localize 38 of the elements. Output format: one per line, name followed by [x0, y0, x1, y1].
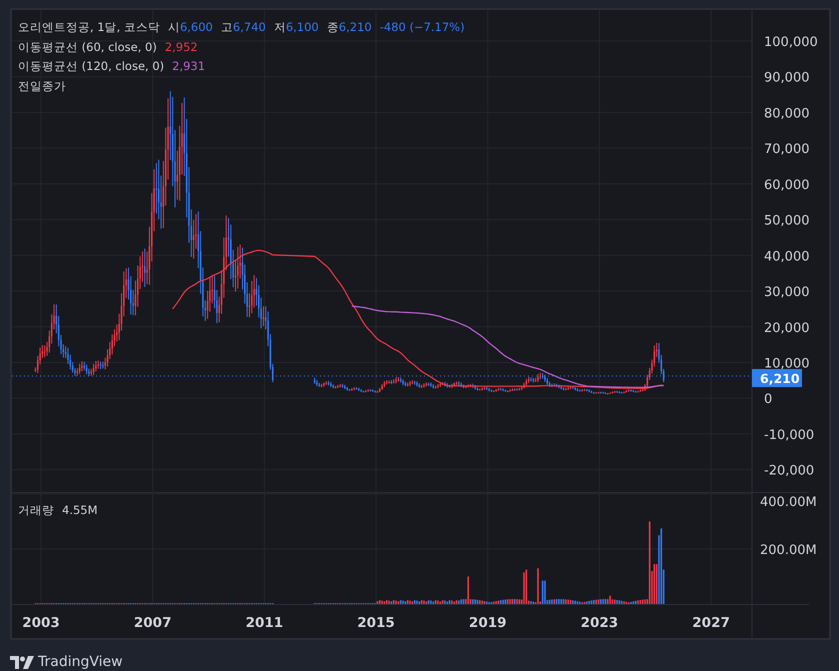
- price-axis-label: 50,000: [764, 214, 810, 229]
- volume-value: 4.55M: [62, 503, 98, 517]
- indicator-name: 전일종가: [18, 78, 67, 94]
- volume-axis-label: 400.00M: [760, 495, 817, 510]
- symbol-title: 오리엔트정공, 1달, 코스닥: [18, 20, 160, 34]
- ohlc-value: 종6,210: [326, 20, 372, 34]
- price-change: -480 (−7.17%): [380, 20, 465, 34]
- ohlc-value: 고6,740: [220, 20, 266, 34]
- price-axis-label: 80,000: [764, 106, 810, 122]
- time-axis-label: 2015: [357, 615, 395, 631]
- time-axis-label: 2003: [22, 615, 60, 631]
- price-axis-label: 60,000: [764, 178, 810, 193]
- brand-name: TradingView: [38, 653, 123, 671]
- price-axis-label: 70,000: [764, 142, 810, 158]
- volume-label: 거래량: [18, 503, 54, 517]
- price-axis-label: 0: [764, 392, 772, 408]
- time-axis-label: 2007: [134, 615, 172, 631]
- price-axis-label: 20,000: [764, 320, 810, 336]
- volume-axis-label: 200.00M: [760, 543, 817, 558]
- ohlc-value: 저 6,100: [274, 20, 319, 34]
- time-axis-label: 2023: [580, 615, 618, 631]
- price-axis-label: -20,000: [764, 464, 814, 479]
- ohlc-value: 시 6,600: [168, 20, 213, 34]
- last-price-label: 6,210: [752, 369, 802, 388]
- indicator-value: 2,931: [172, 59, 206, 73]
- time-axis-label: 2027: [692, 615, 730, 631]
- price-axis-label: 90,000: [764, 70, 810, 86]
- price-axis-label: 100,000: [764, 35, 818, 50]
- time-axis-label: 2011: [246, 615, 284, 631]
- time-axis-label: 2019: [468, 615, 506, 631]
- price-axis-label: -10,000: [764, 428, 814, 443]
- indicator-name: 이동평균선 (60, close, 0): [18, 40, 157, 54]
- logo-icon: [10, 656, 34, 669]
- price-axis-label: 40,000: [764, 249, 810, 264]
- price-axis-label: 10,000: [764, 356, 810, 372]
- indicator-name: 이동평균선 (120, close, 0): [18, 59, 164, 73]
- price-axis-label: 30,000: [764, 285, 810, 300]
- indicator-value: 2,952: [164, 40, 198, 54]
